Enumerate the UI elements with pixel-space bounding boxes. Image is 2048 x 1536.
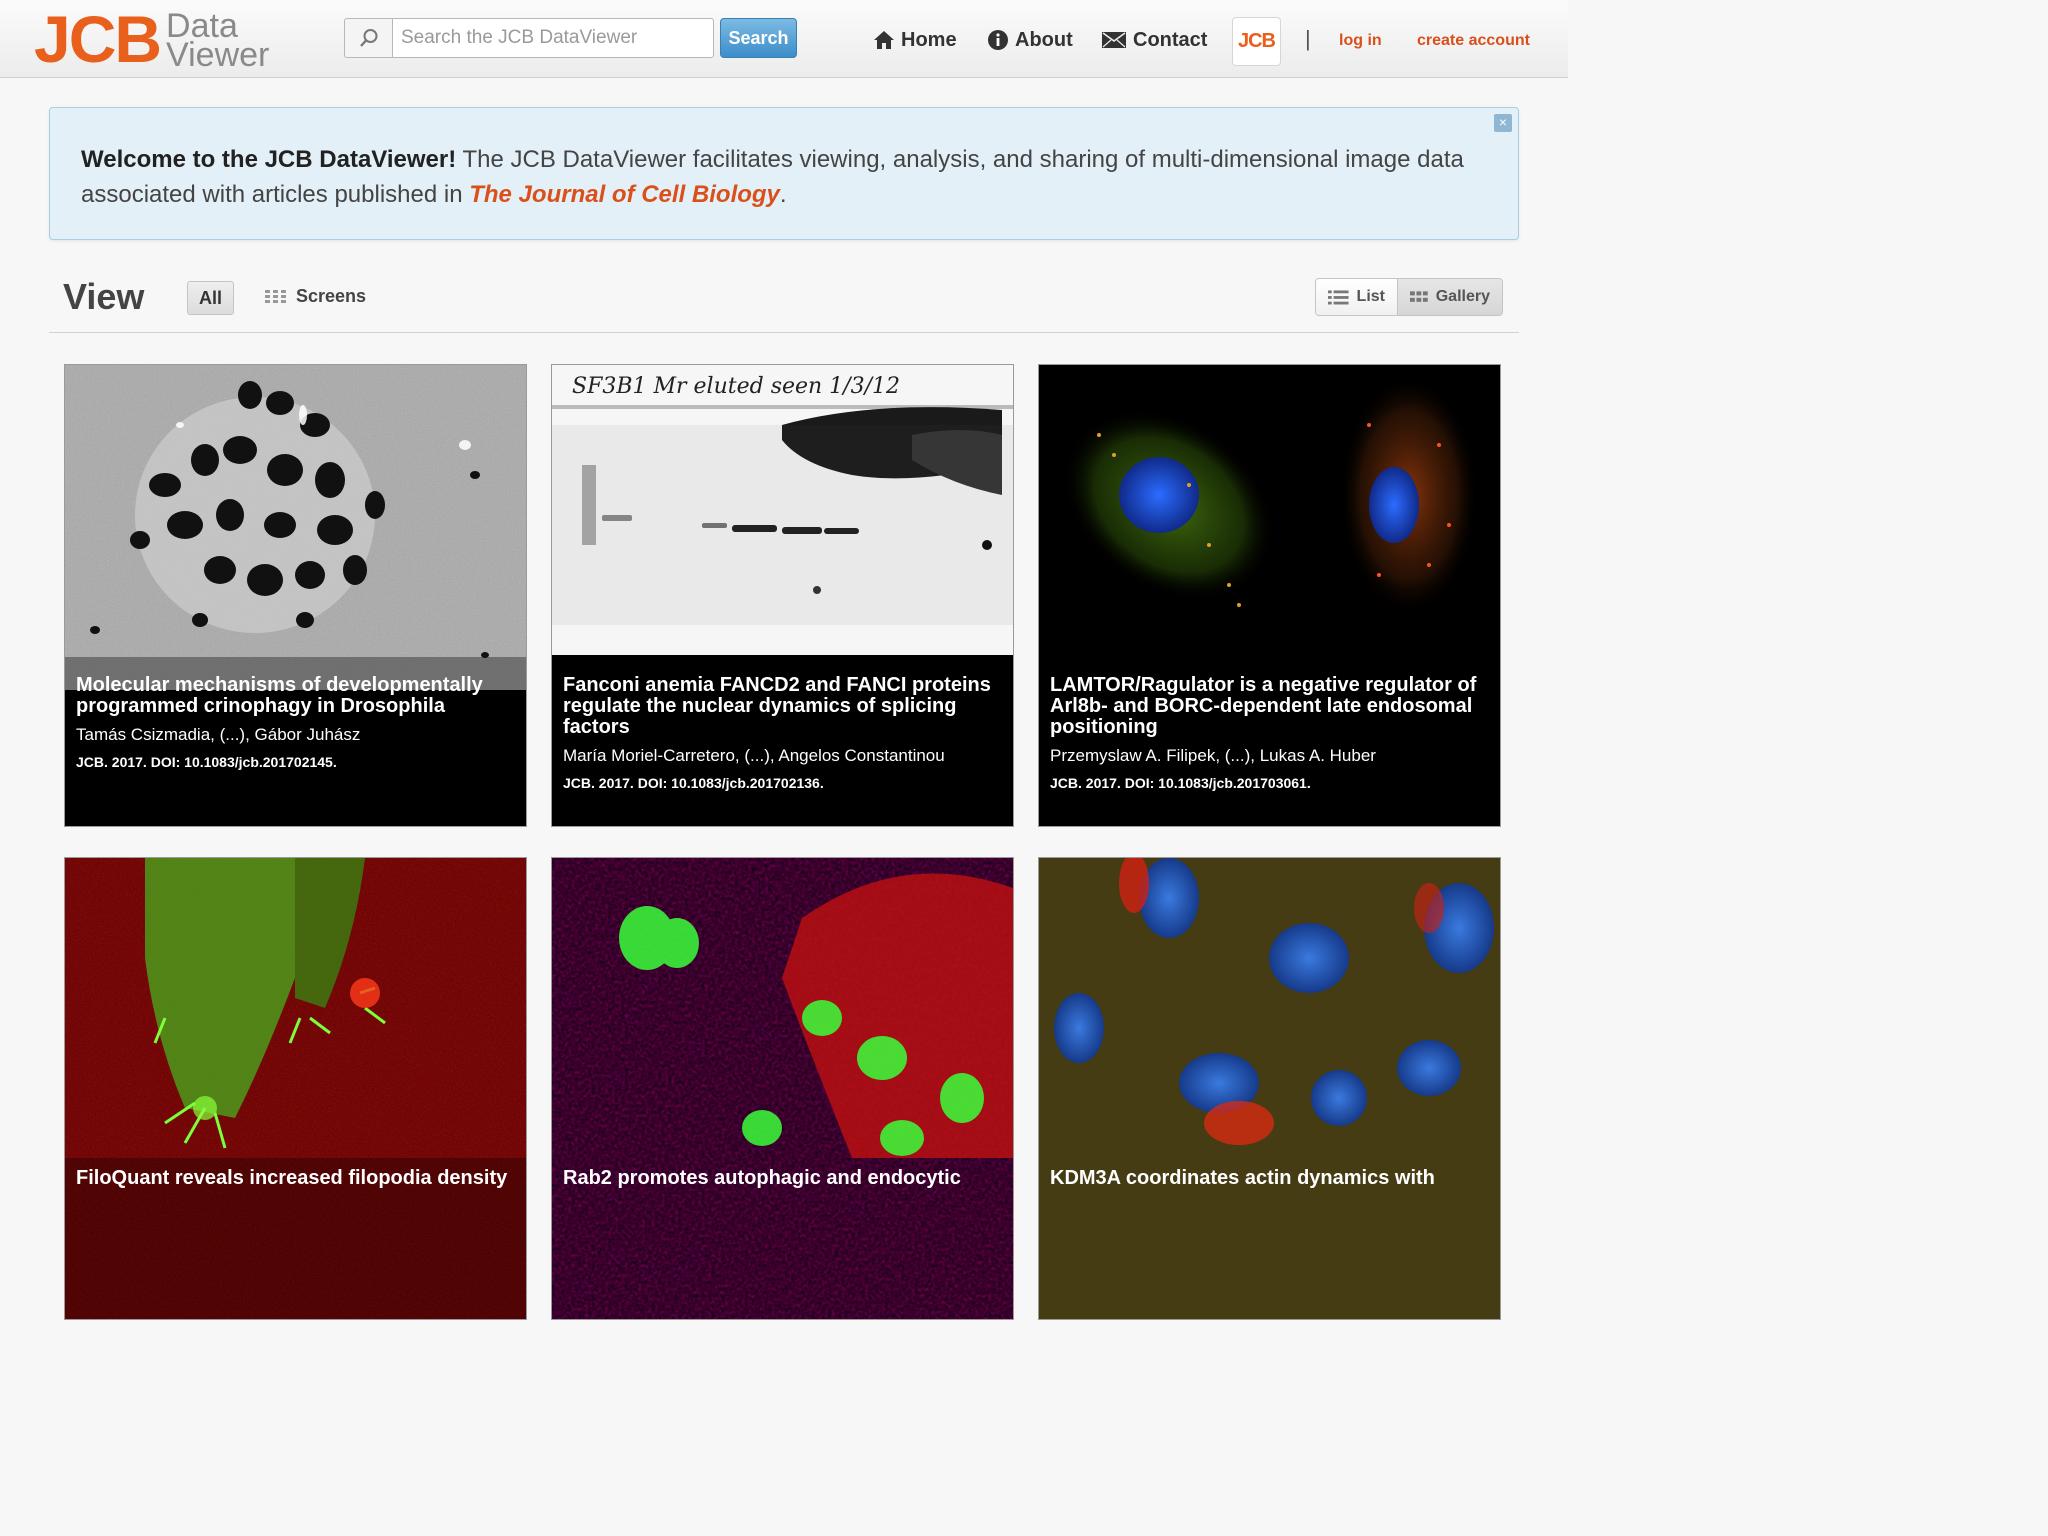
- gallery-card[interactable]: FiloQuant reveals increased filopodia de…: [64, 857, 527, 1320]
- card-caption: Fanconi anemia FANCD2 and FANCI proteins…: [552, 667, 1013, 792]
- card-caption: Molecular mechanisms of developmentally …: [65, 667, 526, 771]
- card-title[interactable]: Fanconi anemia FANCD2 and FANCI proteins…: [563, 675, 1002, 738]
- login-link[interactable]: log in: [1339, 32, 1382, 50]
- view-heading: View: [63, 276, 145, 317]
- grid-icon: [265, 289, 286, 303]
- journal-link[interactable]: The Journal of Cell Biology: [469, 181, 780, 208]
- logo-dataviewer-text: Data Viewer: [166, 9, 270, 74]
- rab2-fluorescence-thumbnail: [552, 858, 1013, 1319]
- card-doi: JCB. 2017. DOI: 10.1083/jcb.201702145.: [76, 754, 337, 770]
- gallery-card[interactable]: Rab2 promotes autophagic and endocytic: [551, 857, 1014, 1320]
- nav-home-label: Home: [901, 28, 957, 51]
- nav-about[interactable]: About: [987, 22, 1073, 58]
- card-title[interactable]: FiloQuant reveals increased filopodia de…: [76, 1168, 515, 1189]
- card-authors: Tamás Csizmadia, (...), Gábor Juhász: [76, 725, 361, 744]
- top-navbar: JCB Data Viewer Search Home About Contac…: [0, 0, 1568, 78]
- gallery-card[interactable]: Molecular mechanisms of developmentally …: [64, 364, 527, 827]
- card-title[interactable]: Rab2 promotes autophagic and endocytic: [563, 1168, 1002, 1189]
- create-account-link[interactable]: create account: [1417, 32, 1530, 50]
- blot-handwriting: SF3B1 Mr eluted seen 1/3/12: [572, 374, 900, 399]
- filopodia-thumbnail: [65, 858, 526, 1319]
- gallery-card[interactable]: KDM3A coordinates actin dynamics with: [1038, 857, 1501, 1320]
- section-divider: [49, 332, 1519, 333]
- card-title[interactable]: KDM3A coordinates actin dynamics with: [1050, 1168, 1489, 1189]
- gallery-card[interactable]: LAMTOR/Ragulator is a negative regulator…: [1038, 364, 1501, 827]
- nav-contact-label: Contact: [1133, 28, 1208, 51]
- nav-home[interactable]: Home: [873, 22, 957, 58]
- close-icon[interactable]: ×: [1494, 114, 1512, 132]
- search-input[interactable]: [392, 18, 714, 58]
- filter-all-button[interactable]: All: [187, 281, 234, 315]
- nav-about-label: About: [1015, 28, 1073, 51]
- gallery-card[interactable]: SF3B1 Mr eluted seen 1/3/12 Fanconi anem…: [551, 364, 1014, 827]
- info-icon: [988, 30, 1008, 50]
- card-doi: JCB. 2017. DOI: 10.1083/jcb.201702136.: [563, 775, 824, 791]
- kdm3a-fluorescence-thumbnail: [1039, 858, 1500, 1319]
- card-caption: LAMTOR/Ragulator is a negative regulator…: [1039, 667, 1500, 792]
- welcome-lead: Welcome to the JCB DataViewer!: [81, 146, 457, 173]
- view-mode-toggle: List Gallery: [1315, 278, 1503, 316]
- filter-screens-button[interactable]: Screens: [265, 286, 366, 307]
- nav-contact[interactable]: Contact: [1101, 22, 1207, 58]
- search-icon: [344, 18, 392, 58]
- card-title[interactable]: Molecular mechanisms of developmentally …: [76, 675, 515, 717]
- card-doi: JCB. 2017. DOI: 10.1083/jcb.201703061.: [1050, 775, 1311, 791]
- list-icon: [1328, 290, 1349, 305]
- list-view-button[interactable]: List: [1316, 279, 1398, 315]
- welcome-alert: × Welcome to the JCB DataViewer! The JCB…: [49, 107, 1519, 240]
- logo-viewer-text: Viewer: [166, 36, 270, 74]
- gallery-view-button[interactable]: Gallery: [1398, 279, 1502, 315]
- card-caption: Rab2 promotes autophagic and endocytic: [552, 1160, 1013, 1189]
- home-icon: [874, 31, 894, 49]
- card-authors: Przemyslaw A. Filipek, (...), Lukas A. H…: [1050, 746, 1376, 765]
- card-caption: KDM3A coordinates actin dynamics with: [1039, 1160, 1500, 1189]
- logo-jcb-text: JCB: [34, 2, 162, 76]
- card-title[interactable]: LAMTOR/Ragulator is a negative regulator…: [1050, 675, 1489, 738]
- nav-separator: |: [1305, 26, 1311, 51]
- filter-screens-label: Screens: [296, 286, 367, 306]
- jcb-journal-link[interactable]: JCB: [1232, 17, 1281, 66]
- gallery-view-label: Gallery: [1435, 288, 1490, 305]
- card-caption: FiloQuant reveals increased filopodia de…: [65, 1160, 526, 1189]
- jcb-dataviewer-logo[interactable]: JCB Data Viewer: [34, 4, 269, 74]
- search-bar: [344, 18, 714, 58]
- list-view-label: List: [1356, 288, 1385, 305]
- welcome-end: .: [779, 181, 787, 208]
- welcome-message: Welcome to the JCB DataViewer! The JCB D…: [81, 142, 1481, 212]
- card-authors: María Moriel-Carretero, (...), Angelos C…: [563, 746, 945, 765]
- search-button[interactable]: Search: [720, 18, 797, 58]
- envelope-icon: [1102, 32, 1126, 48]
- gallery-icon: [1410, 291, 1428, 302]
